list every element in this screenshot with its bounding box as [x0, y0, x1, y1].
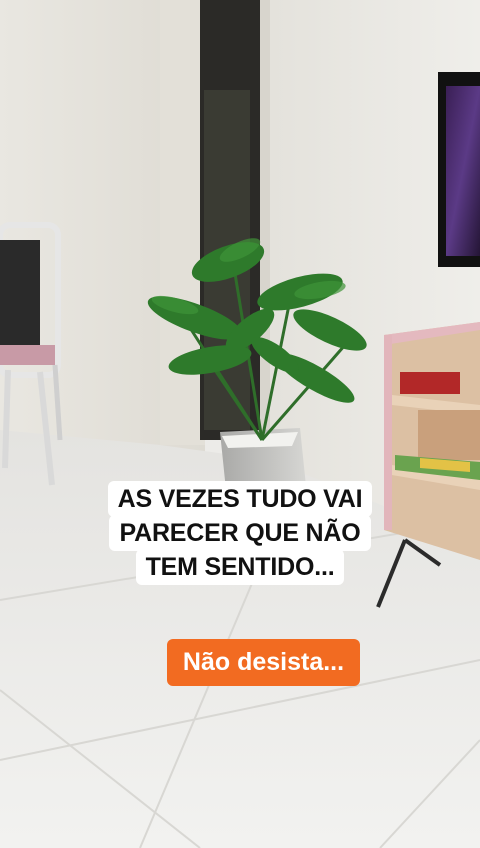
door-frame-left	[160, 0, 205, 445]
caption-line: PARECER QUE NÃO	[109, 515, 371, 551]
caption-line: TEM SENTIDO...	[135, 549, 345, 585]
caption-line: AS VEZES TUDO VAI	[107, 481, 373, 517]
video-frame: AS VEZES TUDO VAI PARECER QUE NÃO TEM SE…	[0, 0, 480, 848]
main-caption: AS VEZES TUDO VAI PARECER QUE NÃO TEM SE…	[0, 481, 480, 585]
sub-caption: Não desista...	[167, 639, 360, 686]
room-photo	[0, 0, 480, 848]
